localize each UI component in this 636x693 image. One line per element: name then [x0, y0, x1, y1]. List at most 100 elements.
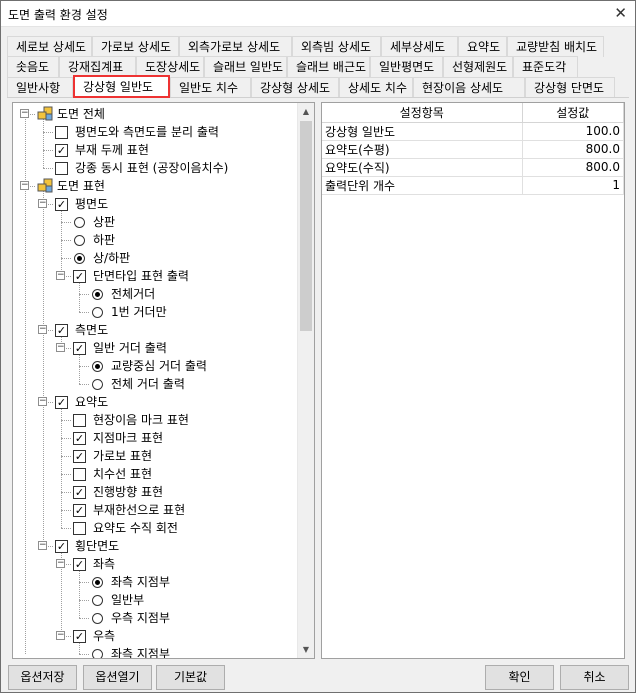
table-row[interactable]: 요약도(수평) 800.0 [322, 140, 624, 159]
checkbox[interactable]: ✓ [55, 324, 68, 337]
close-icon[interactable]: ✕ [614, 4, 627, 22]
tab-row1-2[interactable]: 외측가로보 상세도 [179, 36, 292, 57]
checkbox[interactable]: ✓ [55, 396, 68, 409]
tab-row2-1[interactable]: 강재집계표 [59, 56, 136, 77]
checkbox[interactable] [73, 522, 86, 535]
tree-item-label[interactable]: 교량중심 거더 출력 [111, 359, 207, 373]
tree-item-label[interactable]: 상판 [93, 215, 115, 229]
tree-item-label[interactable]: 진행방향 표현 [93, 485, 163, 499]
collapse-icon[interactable]: − [38, 325, 47, 334]
tab-row3-0[interactable]: 일반사항 [7, 77, 73, 98]
radio-button[interactable] [74, 253, 85, 264]
tree-item-label[interactable]: 측면도 [75, 323, 108, 337]
collapse-icon[interactable]: − [20, 109, 29, 118]
tree-item-label[interactable]: 전체 거더 출력 [111, 377, 185, 391]
ok-button[interactable]: 확인 [485, 665, 554, 690]
tree-item-label[interactable]: 평면도와 측면도를 분리 출력 [75, 125, 219, 139]
tree-item-label[interactable]: 일반 거더 출력 [93, 341, 167, 355]
save-options-button[interactable]: 옵션저장 [8, 665, 77, 690]
cancel-button[interactable]: 취소 [560, 665, 629, 690]
radio-button[interactable] [92, 595, 103, 606]
table-row[interactable]: 요약도(수직) 800.0 [322, 158, 624, 177]
tree-item-label[interactable]: 우측 지점부 [111, 611, 170, 625]
tree-item-label[interactable]: 전체거더 [111, 287, 155, 301]
tree-item-label[interactable]: 좌측 지점부 [111, 575, 170, 589]
tab-row2-3[interactable]: 슬래브 일반도 [204, 56, 287, 77]
tab-row2-6[interactable]: 선형제원도 [443, 56, 513, 77]
scroll-down-icon[interactable]: ▼ [298, 641, 314, 658]
radio-button[interactable] [74, 235, 85, 246]
radio-button[interactable] [92, 577, 103, 588]
tab-row1-1[interactable]: 가로보 상세도 [92, 36, 179, 57]
tree-item-label[interactable]: 지점마크 표현 [93, 431, 163, 445]
checkbox[interactable]: ✓ [55, 144, 68, 157]
tree-item-label[interactable]: 횡단면도 [75, 539, 119, 553]
tree-item-label[interactable]: 도면 표현 [57, 179, 105, 193]
tree-item-label[interactable]: 평면도 [75, 197, 108, 211]
tab-row3-2[interactable]: 일반도 치수 [170, 77, 251, 98]
checkbox[interactable] [73, 414, 86, 427]
tab-row1-3[interactable]: 외측빔 상세도 [292, 36, 381, 57]
collapse-icon[interactable]: − [56, 631, 65, 640]
grid-cell-value[interactable]: 1 [522, 176, 624, 195]
tab-row3-1[interactable]: 강상형 일반도 [73, 75, 170, 98]
scroll-up-icon[interactable]: ▲ [298, 103, 314, 120]
grid-cell-value[interactable]: 800.0 [522, 158, 624, 177]
checkbox[interactable]: ✓ [73, 558, 86, 571]
checkbox[interactable] [55, 162, 68, 175]
grid-cell-value[interactable]: 100.0 [522, 122, 624, 141]
checkbox[interactable]: ✓ [73, 342, 86, 355]
tree-item-label[interactable]: 좌측 [93, 557, 115, 571]
tree-item-label[interactable]: 하판 [93, 233, 115, 247]
radio-button[interactable] [74, 217, 85, 228]
tab-row3-5[interactable]: 현장이음 상세도 [413, 77, 525, 98]
tree-item-label[interactable]: 강종 동시 표현 (공장이음치수) [75, 161, 228, 175]
tab-row3-4[interactable]: 상세도 치수 [339, 77, 413, 98]
tree-item-label[interactable]: 치수선 표현 [93, 467, 152, 481]
collapse-icon[interactable]: − [56, 271, 65, 280]
checkbox[interactable]: ✓ [55, 198, 68, 211]
scroll-thumb[interactable] [300, 121, 312, 331]
tree-item-label[interactable]: 상/하판 [93, 251, 130, 265]
radio-button[interactable] [92, 289, 103, 300]
checkbox[interactable]: ✓ [73, 450, 86, 463]
collapse-icon[interactable]: − [38, 541, 47, 550]
collapse-icon[interactable]: − [56, 559, 65, 568]
radio-button[interactable] [92, 307, 103, 318]
grid-cell-value[interactable]: 800.0 [522, 140, 624, 159]
option-tree-panel[interactable]: − 도면 전체 평면도와 측면도를 분리 출력 ✓ 부재 두께 표현 강종 동시 표현 (… [12, 102, 315, 659]
tab-row1-4[interactable]: 세부상세도 [381, 36, 458, 57]
tree-item-label[interactable]: 도면 전체 [57, 107, 105, 121]
tree-item-label[interactable]: 단면타입 표현 출력 [93, 269, 189, 283]
tab-row2-0[interactable]: 솟음도 [7, 56, 59, 77]
radio-button[interactable] [92, 613, 103, 624]
checkbox[interactable]: ✓ [73, 630, 86, 643]
checkbox[interactable]: ✓ [55, 540, 68, 553]
tree-item-label[interactable]: 가로보 표현 [93, 449, 152, 463]
tab-row2-2[interactable]: 도장상세도 [136, 56, 204, 77]
tab-row2-4[interactable]: 슬래브 배근도 [287, 56, 370, 77]
radio-button[interactable] [92, 649, 103, 658]
table-row[interactable]: 출력단위 개수 1 [322, 176, 624, 195]
tab-row3-3[interactable]: 강상형 상세도 [251, 77, 339, 98]
tab-row2-7[interactable]: 표준도각 [513, 56, 578, 77]
tree-item-label[interactable]: 1번 거더만 [111, 305, 167, 319]
collapse-icon[interactable]: − [38, 397, 47, 406]
collapse-icon[interactable]: − [38, 199, 47, 208]
table-row[interactable]: 강상형 일반도 100.0 [322, 122, 624, 141]
radio-button[interactable] [92, 361, 103, 372]
checkbox[interactable] [73, 468, 86, 481]
tree-item-label[interactable]: 요약도 수직 회전 [93, 521, 178, 535]
tree-item-label[interactable]: 일반부 [111, 593, 144, 607]
radio-button[interactable] [92, 379, 103, 390]
collapse-icon[interactable]: − [56, 343, 65, 352]
checkbox[interactable]: ✓ [73, 270, 86, 283]
tree-item-label[interactable]: 좌측 지점부 [111, 647, 170, 658]
tree-item-label[interactable]: 요약도 [75, 395, 108, 409]
tab-row1-5[interactable]: 요약도 [458, 36, 507, 57]
checkbox[interactable]: ✓ [73, 432, 86, 445]
tree-item-label[interactable]: 우측 [93, 629, 115, 643]
tree-item-label[interactable]: 부재한선으로 표현 [93, 503, 185, 517]
tree-scrollbar[interactable]: ▲ ▼ [297, 103, 314, 658]
open-options-button[interactable]: 옵션열기 [83, 665, 152, 690]
